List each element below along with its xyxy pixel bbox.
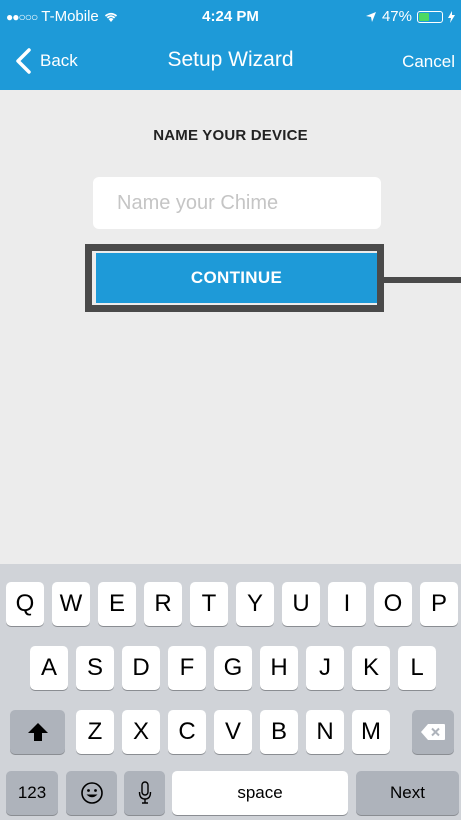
key-h[interactable]: H: [260, 646, 298, 690]
emoji-icon: [80, 782, 103, 804]
location-arrow-icon: [365, 11, 376, 22]
key-z[interactable]: Z: [76, 710, 114, 754]
key-w[interactable]: W: [52, 582, 90, 626]
key-x[interactable]: X: [122, 710, 160, 754]
shift-key[interactable]: [10, 710, 65, 754]
navigation-bar: Back Setup Wizard Cancel: [0, 34, 461, 90]
microphone-key[interactable]: [124, 771, 165, 815]
key-s[interactable]: S: [76, 646, 114, 690]
next-key[interactable]: Next: [356, 771, 459, 815]
key-b[interactable]: B: [260, 710, 298, 754]
callout-pointer-line: [384, 277, 461, 283]
key-k[interactable]: K: [352, 646, 390, 690]
battery-percent: 47%: [381, 8, 412, 25]
key-p[interactable]: P: [420, 582, 458, 626]
key-o[interactable]: O: [374, 582, 412, 626]
key-y[interactable]: Y: [236, 582, 274, 626]
key-l[interactable]: L: [398, 646, 436, 690]
key-m[interactable]: M: [352, 710, 390, 754]
key-t[interactable]: T: [190, 582, 228, 626]
key-q[interactable]: Q: [6, 582, 44, 626]
key-v[interactable]: V: [214, 710, 252, 754]
key-d[interactable]: D: [122, 646, 160, 690]
microphone-icon: [138, 781, 151, 804]
key-a[interactable]: A: [30, 646, 68, 690]
key-c[interactable]: C: [168, 710, 206, 754]
form-heading: NAME YOUR DEVICE: [153, 127, 308, 144]
status-bar: ●●○○○ T-Mobile 4:24 PM 47%: [0, 0, 461, 34]
backspace-key[interactable]: [412, 710, 454, 754]
keyboard: QWERTYUIOP ASDFGHJKL ZXCVBNM 123 space N…: [0, 564, 461, 820]
device-name-input[interactable]: [93, 177, 381, 229]
numbers-key[interactable]: 123: [6, 771, 58, 815]
battery-fill: [419, 12, 429, 21]
charging-bolt-icon: [448, 10, 455, 23]
battery-icon: [417, 10, 443, 23]
key-i[interactable]: I: [328, 582, 366, 626]
key-j[interactable]: J: [306, 646, 344, 690]
space-key[interactable]: space: [172, 771, 348, 815]
shift-arrow-icon: [27, 723, 48, 741]
key-f[interactable]: F: [168, 646, 206, 690]
key-g[interactable]: G: [214, 646, 252, 690]
page-title: Setup Wizard: [167, 48, 294, 71]
key-r[interactable]: R: [144, 582, 182, 626]
emoji-key[interactable]: [66, 771, 117, 815]
key-u[interactable]: U: [282, 582, 320, 626]
continue-button[interactable]: CONTINUE: [96, 253, 377, 303]
key-n[interactable]: N: [306, 710, 344, 754]
cancel-button[interactable]: Cancel: [402, 52, 455, 72]
key-e[interactable]: E: [98, 582, 136, 626]
backspace-icon: [421, 724, 445, 740]
